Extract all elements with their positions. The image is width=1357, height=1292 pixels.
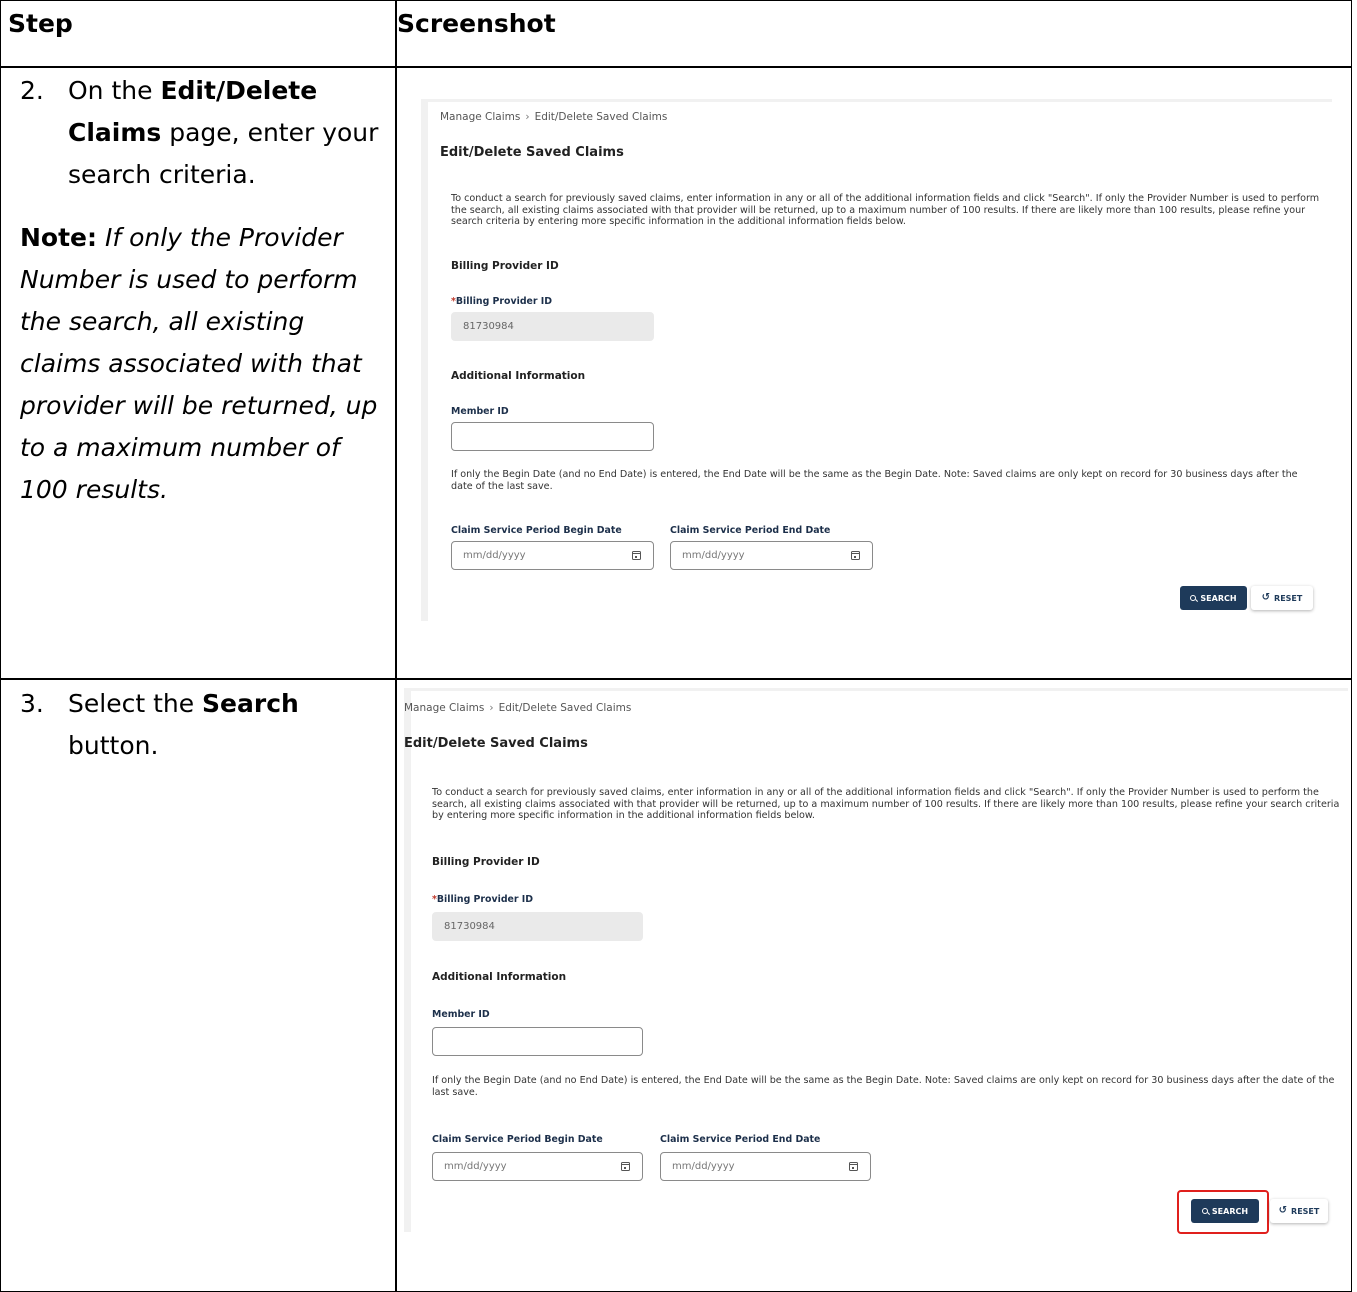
end-date-input[interactable]: mm/dd/yyyy xyxy=(670,541,873,570)
end-date-label: Claim Service Period End Date xyxy=(660,1134,821,1145)
search-icon xyxy=(1190,595,1197,601)
begin-date-label: Claim Service Period Begin Date xyxy=(432,1134,603,1145)
step-2-instruction: 2. On the Edit/Delete Claims page, enter… xyxy=(20,70,390,196)
calendar-icon[interactable] xyxy=(632,550,641,560)
billing-provider-label: *Billing Provider ID xyxy=(432,894,534,905)
date-note: If only the Begin Date (and no End Date)… xyxy=(432,1075,1335,1098)
search-button[interactable]: SEARCH xyxy=(1180,586,1247,610)
end-date-label: Claim Service Period End Date xyxy=(670,525,831,536)
calendar-icon[interactable] xyxy=(621,1161,630,1171)
billing-section-heading: Billing Provider ID xyxy=(432,856,540,868)
breadcrumb: Manage Claims › Edit/Delete Saved Claims xyxy=(404,702,632,714)
column-header-step: Step xyxy=(8,9,73,38)
reset-icon: ↺ xyxy=(1278,1205,1288,1216)
reset-button[interactable]: ↺ RESET xyxy=(1270,1199,1328,1223)
calendar-icon[interactable] xyxy=(849,1161,858,1171)
screenshot-step-3: Manage Claims › Edit/Delete Saved Claims E… xyxy=(404,688,1348,1234)
reset-button[interactable]: ↺ RESET xyxy=(1251,586,1313,610)
reset-icon: ↺ xyxy=(1261,592,1271,603)
end-date-input[interactable]: mm/dd/yyyy xyxy=(660,1152,871,1181)
member-id-input[interactable] xyxy=(432,1027,643,1056)
begin-date-label: Claim Service Period Begin Date xyxy=(451,525,622,536)
member-id-label: Member ID xyxy=(432,1009,490,1020)
screenshot-step-2: Manage Claims › Edit/Delete Saved Claims E… xyxy=(421,99,1332,621)
search-description: To conduct a search for previously saved… xyxy=(432,787,1340,821)
member-id-label: Member ID xyxy=(451,406,509,417)
search-button[interactable]: SEARCH xyxy=(1191,1199,1259,1223)
step-number: 2. xyxy=(20,76,44,105)
date-note: If only the Begin Date (and no End Date)… xyxy=(451,469,1298,492)
begin-date-input[interactable]: mm/dd/yyyy xyxy=(451,541,654,570)
page-title: Edit/Delete Saved Claims xyxy=(404,736,588,751)
member-id-input[interactable] xyxy=(451,422,654,451)
breadcrumb: Manage Claims › Edit/Delete Saved Claims xyxy=(440,111,668,123)
billing-provider-field: 81730984 xyxy=(432,912,643,941)
search-icon xyxy=(1201,1208,1208,1214)
breadcrumb-current: Edit/Delete Saved Claims xyxy=(534,111,668,123)
column-header-screenshot: Screenshot xyxy=(397,9,556,38)
search-description: To conduct a search for previously saved… xyxy=(451,193,1320,227)
begin-date-input[interactable]: mm/dd/yyyy xyxy=(432,1152,643,1181)
additional-section-heading: Additional Information xyxy=(432,971,567,983)
breadcrumb-root-link[interactable]: Manage Claims xyxy=(440,111,520,123)
breadcrumb-current: Edit/Delete Saved Claims xyxy=(498,702,632,714)
page-title: Edit/Delete Saved Claims xyxy=(440,145,624,160)
billing-provider-label: *Billing Provider ID xyxy=(451,296,553,307)
additional-section-heading: Additional Information xyxy=(451,370,586,382)
step-number: 3. xyxy=(20,689,44,718)
row-divider xyxy=(0,678,1352,680)
column-divider xyxy=(395,0,397,1292)
step-3-instruction: 3. Select the Search button. xyxy=(20,683,390,767)
calendar-icon[interactable] xyxy=(851,550,860,560)
billing-provider-field: 81730984 xyxy=(451,312,654,341)
billing-section-heading: Billing Provider ID xyxy=(451,260,559,272)
header-row-divider xyxy=(0,66,1352,68)
step-2-note: Note: If only the Provider Number is use… xyxy=(20,223,378,504)
breadcrumb-root-link[interactable]: Manage Claims xyxy=(404,702,484,714)
